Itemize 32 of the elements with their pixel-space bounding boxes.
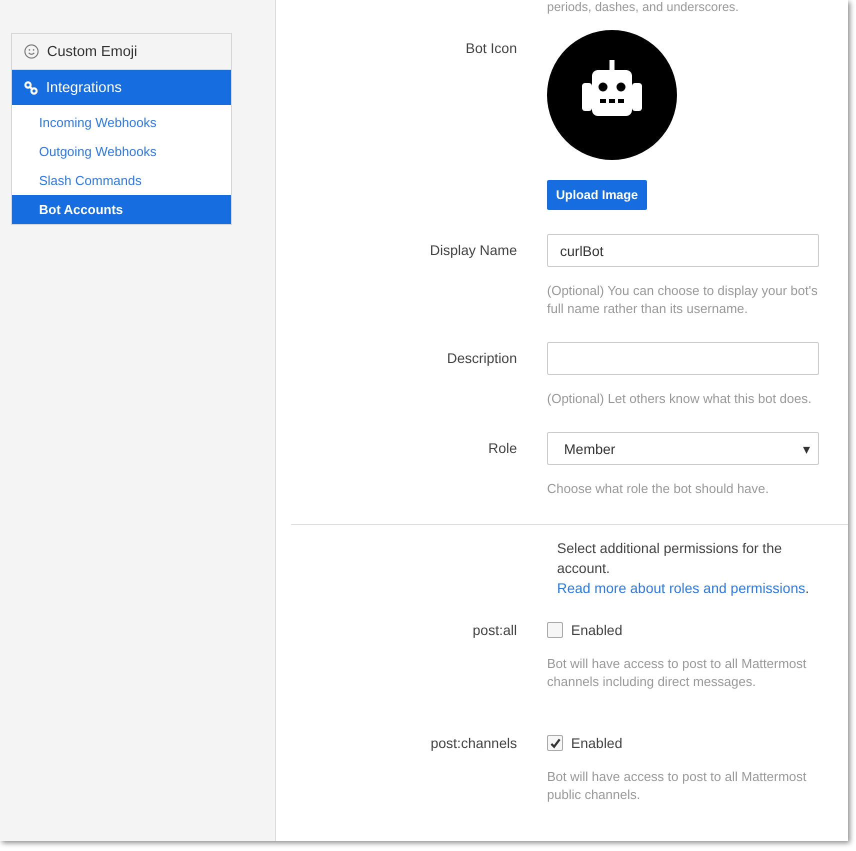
field-label: Display Name [430,241,517,260]
sidebar-subitem[interactable]: Bot Accounts [12,195,231,224]
field-label: Description [446,349,517,368]
checkbox-label: Enabled [571,622,622,638]
help-text: (Optional) Let others know what this bot does. [547,390,812,408]
sidebar-subitem[interactable]: Slash Commands [12,166,231,195]
checkbox-label: Enabled [571,735,622,751]
robot-avatar-icon [547,30,677,160]
field-label: Role [488,439,517,458]
permission-label: post:channels [430,735,517,753]
text-input-field[interactable] [547,342,819,375]
help-text: Choose what role the bot should have. [547,480,770,498]
link-icon [24,80,38,94]
role-dropdown[interactable]: Member ▾ [547,432,819,465]
caret-icon: ▾ [803,440,810,456]
permission-label: post:all [472,622,517,640]
help-text: periods, dashes, and underscores. [547,0,739,14]
upload-image-button[interactable]: Upload Image [547,180,647,210]
sidebar-item[interactable]: Custom Emoji [12,34,231,69]
text-input-field[interactable]: curlBot [547,234,819,267]
sidebar-subitem[interactable]: Outgoing Webhooks [12,137,231,166]
field-label: Bot Icon [466,39,517,58]
checkbox[interactable] [547,735,563,751]
checkbox[interactable] [547,622,563,638]
help-text: Bot will have access to post to all Mattermost public channels. [547,768,808,804]
smiley-icon [24,44,39,59]
roles-link[interactable]: Read more about roles and permissions [557,580,806,596]
permissions-intro-text: Select additional permissions for the account. Read more about roles and permissions. [557,539,810,598]
help-text: (Optional) You can choose to display your bot's full name rather than its username. [547,282,819,318]
help-text: Bot will have access to post to all Mattermost channels including direct messages. [547,655,808,691]
sidebar-item[interactable]: Integrations [12,69,231,105]
sidebar-subitem[interactable]: Incoming Webhooks [12,108,231,137]
